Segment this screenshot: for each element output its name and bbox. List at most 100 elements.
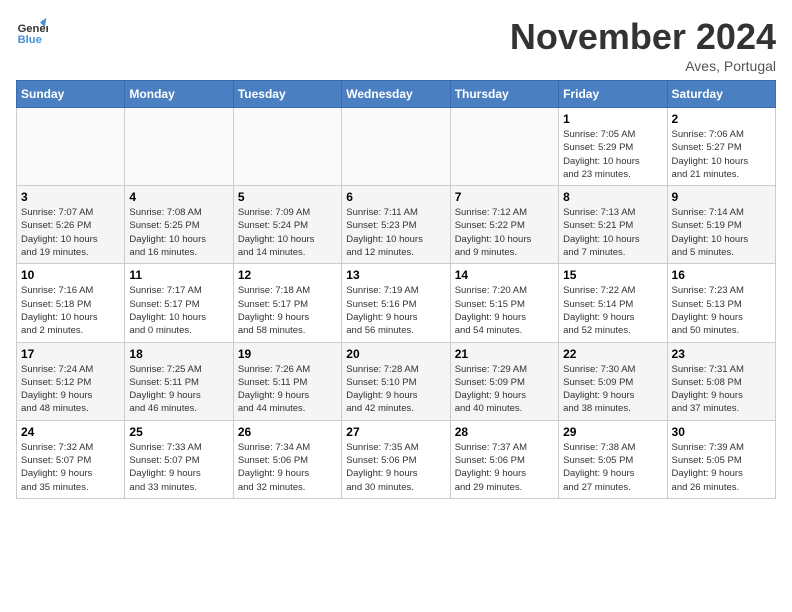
col-friday: Friday xyxy=(559,81,667,108)
day-info: Sunrise: 7:24 AM Sunset: 5:12 PM Dayligh… xyxy=(21,363,120,416)
day-number: 7 xyxy=(455,190,554,204)
calendar-cell xyxy=(342,108,450,186)
calendar-cell: 29 Sunrise: 7:38 AM Sunset: 5:05 PM Dayli… xyxy=(559,420,667,498)
calendar-cell: 26 Sunrise: 7:34 AM Sunset: 5:06 PM Dayli… xyxy=(233,420,341,498)
day-number: 1 xyxy=(563,112,662,126)
day-info: Sunrise: 7:17 AM Sunset: 5:17 PM Dayligh… xyxy=(129,284,228,337)
calendar-cell: 18Sunrise: 7:25 AM Sunset: 5:11 PM Dayli… xyxy=(125,342,233,420)
calendar-cell: 19Sunrise: 7:26 AM Sunset: 5:11 PM Dayli… xyxy=(233,342,341,420)
calendar-cell: 2 Sunrise: 7:06 AM Sunset: 5:27 PM Daylig… xyxy=(667,108,775,186)
calendar-cell: 25Sunrise: 7:33 AM Sunset: 5:07 PM Dayli… xyxy=(125,420,233,498)
calendar-cell: 20 Sunrise: 7:28 AM Sunset: 5:10 PM Dayli… xyxy=(342,342,450,420)
day-info: Sunrise: 7:29 AM Sunset: 5:09 PM Dayligh… xyxy=(455,363,554,416)
day-number: 28 xyxy=(455,425,554,439)
calendar-body: 1 Sunrise: 7:05 AM Sunset: 5:29 PM Daylig… xyxy=(17,108,776,499)
calendar-week-5: 24 Sunrise: 7:32 AM Sunset: 5:07 PM Dayli… xyxy=(17,420,776,498)
day-info: Sunrise: 7:20 AM Sunset: 5:15 PM Dayligh… xyxy=(455,284,554,337)
col-monday: Monday xyxy=(125,81,233,108)
day-number: 9 xyxy=(672,190,771,204)
day-info: Sunrise: 7:31 AM Sunset: 5:08 PM Dayligh… xyxy=(672,363,771,416)
day-info: Sunrise: 7:14 AM Sunset: 5:19 PM Dayligh… xyxy=(672,206,771,259)
day-info: Sunrise: 7:38 AM Sunset: 5:05 PM Dayligh… xyxy=(563,441,662,494)
day-info: Sunrise: 7:07 AM Sunset: 5:26 PM Dayligh… xyxy=(21,206,120,259)
day-number: 10 xyxy=(21,268,120,282)
calendar-week-3: 10 Sunrise: 7:16 AM Sunset: 5:18 PM Dayli… xyxy=(17,264,776,342)
calendar-cell: 24 Sunrise: 7:32 AM Sunset: 5:07 PM Dayli… xyxy=(17,420,125,498)
day-info: Sunrise: 7:18 AM Sunset: 5:17 PM Dayligh… xyxy=(238,284,337,337)
calendar-cell: 21 Sunrise: 7:29 AM Sunset: 5:09 PM Dayli… xyxy=(450,342,558,420)
calendar-cell: 8 Sunrise: 7:13 AM Sunset: 5:21 PM Daylig… xyxy=(559,186,667,264)
day-info: Sunrise: 7:34 AM Sunset: 5:06 PM Dayligh… xyxy=(238,441,337,494)
day-number: 20 xyxy=(346,347,445,361)
day-number: 21 xyxy=(455,347,554,361)
day-number: 4 xyxy=(129,190,228,204)
day-info: Sunrise: 7:39 AM Sunset: 5:05 PM Dayligh… xyxy=(672,441,771,494)
calendar-header: Sunday Monday Tuesday Wednesday Thursday… xyxy=(17,81,776,108)
calendar-cell: 5 Sunrise: 7:09 AM Sunset: 5:24 PM Daylig… xyxy=(233,186,341,264)
day-info: Sunrise: 7:32 AM Sunset: 5:07 PM Dayligh… xyxy=(21,441,120,494)
day-info: Sunrise: 7:12 AM Sunset: 5:22 PM Dayligh… xyxy=(455,206,554,259)
day-info: Sunrise: 7:28 AM Sunset: 5:10 PM Dayligh… xyxy=(346,363,445,416)
day-number: 19 xyxy=(238,347,337,361)
day-info: Sunrise: 7:22 AM Sunset: 5:14 PM Dayligh… xyxy=(563,284,662,337)
location: Aves, Portugal xyxy=(510,58,776,74)
header: General Blue November 2024 Aves, Portuga… xyxy=(16,16,776,74)
day-info: Sunrise: 7:33 AM Sunset: 5:07 PM Dayligh… xyxy=(129,441,228,494)
day-number: 18 xyxy=(129,347,228,361)
svg-text:Blue: Blue xyxy=(18,34,42,46)
day-number: 17 xyxy=(21,347,120,361)
day-info: Sunrise: 7:08 AM Sunset: 5:25 PM Dayligh… xyxy=(129,206,228,259)
day-number: 12 xyxy=(238,268,337,282)
calendar-cell: 9 Sunrise: 7:14 AM Sunset: 5:19 PM Daylig… xyxy=(667,186,775,264)
calendar-cell: 22 Sunrise: 7:30 AM Sunset: 5:09 PM Dayli… xyxy=(559,342,667,420)
day-number: 8 xyxy=(563,190,662,204)
day-info: Sunrise: 7:05 AM Sunset: 5:29 PM Dayligh… xyxy=(563,128,662,181)
weekday-row: Sunday Monday Tuesday Wednesday Thursday… xyxy=(17,81,776,108)
calendar-cell: 6Sunrise: 7:11 AM Sunset: 5:23 PM Daylig… xyxy=(342,186,450,264)
day-info: Sunrise: 7:23 AM Sunset: 5:13 PM Dayligh… xyxy=(672,284,771,337)
calendar-cell: 7 Sunrise: 7:12 AM Sunset: 5:22 PM Daylig… xyxy=(450,186,558,264)
calendar-cell xyxy=(233,108,341,186)
day-info: Sunrise: 7:06 AM Sunset: 5:27 PM Dayligh… xyxy=(672,128,771,181)
calendar-cell xyxy=(125,108,233,186)
col-tuesday: Tuesday xyxy=(233,81,341,108)
day-number: 23 xyxy=(672,347,771,361)
calendar-cell: 12 Sunrise: 7:18 AM Sunset: 5:17 PM Dayli… xyxy=(233,264,341,342)
day-info: Sunrise: 7:30 AM Sunset: 5:09 PM Dayligh… xyxy=(563,363,662,416)
day-number: 2 xyxy=(672,112,771,126)
day-number: 24 xyxy=(21,425,120,439)
col-saturday: Saturday xyxy=(667,81,775,108)
title-area: November 2024 Aves, Portugal xyxy=(510,16,776,74)
day-number: 6 xyxy=(346,190,445,204)
day-number: 14 xyxy=(455,268,554,282)
day-info: Sunrise: 7:09 AM Sunset: 5:24 PM Dayligh… xyxy=(238,206,337,259)
calendar-cell: 4 Sunrise: 7:08 AM Sunset: 5:25 PM Daylig… xyxy=(125,186,233,264)
calendar-cell: 17 Sunrise: 7:24 AM Sunset: 5:12 PM Dayli… xyxy=(17,342,125,420)
day-number: 3 xyxy=(21,190,120,204)
day-number: 26 xyxy=(238,425,337,439)
calendar-cell: 28 Sunrise: 7:37 AM Sunset: 5:06 PM Dayli… xyxy=(450,420,558,498)
day-number: 13 xyxy=(346,268,445,282)
calendar-cell: 23 Sunrise: 7:31 AM Sunset: 5:08 PM Dayli… xyxy=(667,342,775,420)
day-number: 29 xyxy=(563,425,662,439)
logo-icon: General Blue xyxy=(16,16,48,48)
day-number: 27 xyxy=(346,425,445,439)
day-number: 15 xyxy=(563,268,662,282)
day-info: Sunrise: 7:16 AM Sunset: 5:18 PM Dayligh… xyxy=(21,284,120,337)
day-number: 22 xyxy=(563,347,662,361)
col-sunday: Sunday xyxy=(17,81,125,108)
day-info: Sunrise: 7:35 AM Sunset: 5:06 PM Dayligh… xyxy=(346,441,445,494)
calendar-cell: 13Sunrise: 7:19 AM Sunset: 5:16 PM Dayli… xyxy=(342,264,450,342)
calendar-cell: 1 Sunrise: 7:05 AM Sunset: 5:29 PM Daylig… xyxy=(559,108,667,186)
day-info: Sunrise: 7:13 AM Sunset: 5:21 PM Dayligh… xyxy=(563,206,662,259)
calendar-cell: 30 Sunrise: 7:39 AM Sunset: 5:05 PM Dayli… xyxy=(667,420,775,498)
logo: General Blue xyxy=(16,16,48,48)
day-number: 16 xyxy=(672,268,771,282)
day-number: 5 xyxy=(238,190,337,204)
day-number: 30 xyxy=(672,425,771,439)
day-info: Sunrise: 7:37 AM Sunset: 5:06 PM Dayligh… xyxy=(455,441,554,494)
calendar-week-2: 3 Sunrise: 7:07 AM Sunset: 5:26 PM Daylig… xyxy=(17,186,776,264)
calendar-cell: 3 Sunrise: 7:07 AM Sunset: 5:26 PM Daylig… xyxy=(17,186,125,264)
calendar-cell: 16 Sunrise: 7:23 AM Sunset: 5:13 PM Dayli… xyxy=(667,264,775,342)
calendar-cell: 15 Sunrise: 7:22 AM Sunset: 5:14 PM Dayli… xyxy=(559,264,667,342)
